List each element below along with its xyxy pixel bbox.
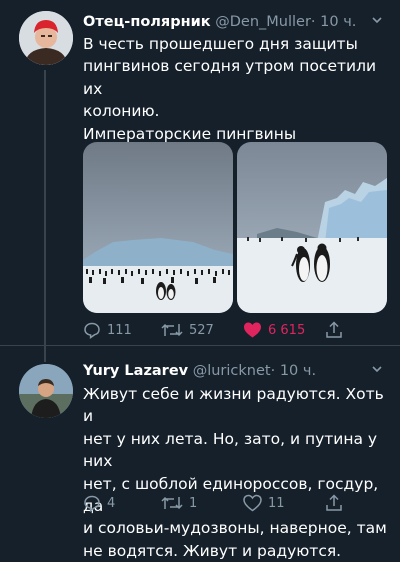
tweet-header: Отец-полярник @Den_Muller· 10 ч. <box>83 13 356 31</box>
handle[interactable]: @luricknet <box>193 363 271 379</box>
tweet-1[interactable]: Отец-полярник @Den_Muller· 10 ч. В честь… <box>0 0 400 362</box>
tweet-2[interactable]: Yury Lazarev @luricknet· 10 ч. Живут себ… <box>0 346 400 560</box>
chevron-down-icon[interactable] <box>371 363 383 379</box>
separator: · <box>310 14 316 30</box>
tweet-actions: 111 527 6 615 <box>83 321 383 345</box>
share-icon <box>326 321 342 338</box>
tweet-header: Yury Lazarev @luricknet· 10 ч. <box>83 362 316 380</box>
retweet-icon <box>161 496 183 510</box>
thread-line <box>44 346 46 362</box>
display-name[interactable]: Отец-полярник <box>83 14 211 30</box>
reply-count: 4 <box>107 495 116 511</box>
retweet-button[interactable]: 1 <box>161 494 197 512</box>
avatar[interactable] <box>19 364 73 418</box>
tweet-text: Живут себе и жизни радуются. Хоть и нет … <box>83 385 387 560</box>
timestamp[interactable]: 10 ч. <box>320 14 356 30</box>
share-button[interactable] <box>325 321 343 339</box>
retweet-icon <box>161 323 183 337</box>
like-count: 11 <box>268 495 285 511</box>
thread-line <box>44 70 46 362</box>
like-button[interactable]: 11 <box>243 494 285 512</box>
handle[interactable]: @Den_Muller <box>215 14 311 30</box>
display-name[interactable]: Yury Lazarev <box>83 363 188 379</box>
reply-button[interactable]: 111 <box>83 321 132 339</box>
tweet-image-right[interactable] <box>237 142 387 313</box>
retweet-count: 527 <box>189 322 214 338</box>
reply-icon <box>84 495 100 512</box>
like-button[interactable]: 6 615 <box>243 321 305 339</box>
retweet-count: 1 <box>189 495 198 511</box>
tweet-image-left[interactable] <box>83 142 233 313</box>
reply-icon <box>84 322 100 339</box>
avatar[interactable] <box>19 11 73 65</box>
retweet-button[interactable]: 527 <box>161 321 214 339</box>
timestamp[interactable]: 10 ч. <box>280 363 316 379</box>
reply-count: 111 <box>107 322 132 338</box>
tweet-actions: 4 1 11 <box>83 494 383 518</box>
heart-icon <box>244 322 261 338</box>
chevron-down-icon[interactable] <box>371 14 383 30</box>
share-icon <box>326 494 342 511</box>
reply-button[interactable]: 4 <box>83 494 115 512</box>
share-button[interactable] <box>325 494 343 512</box>
heart-icon <box>243 494 262 512</box>
like-count: 6 615 <box>268 322 306 338</box>
separator: · <box>270 363 276 379</box>
